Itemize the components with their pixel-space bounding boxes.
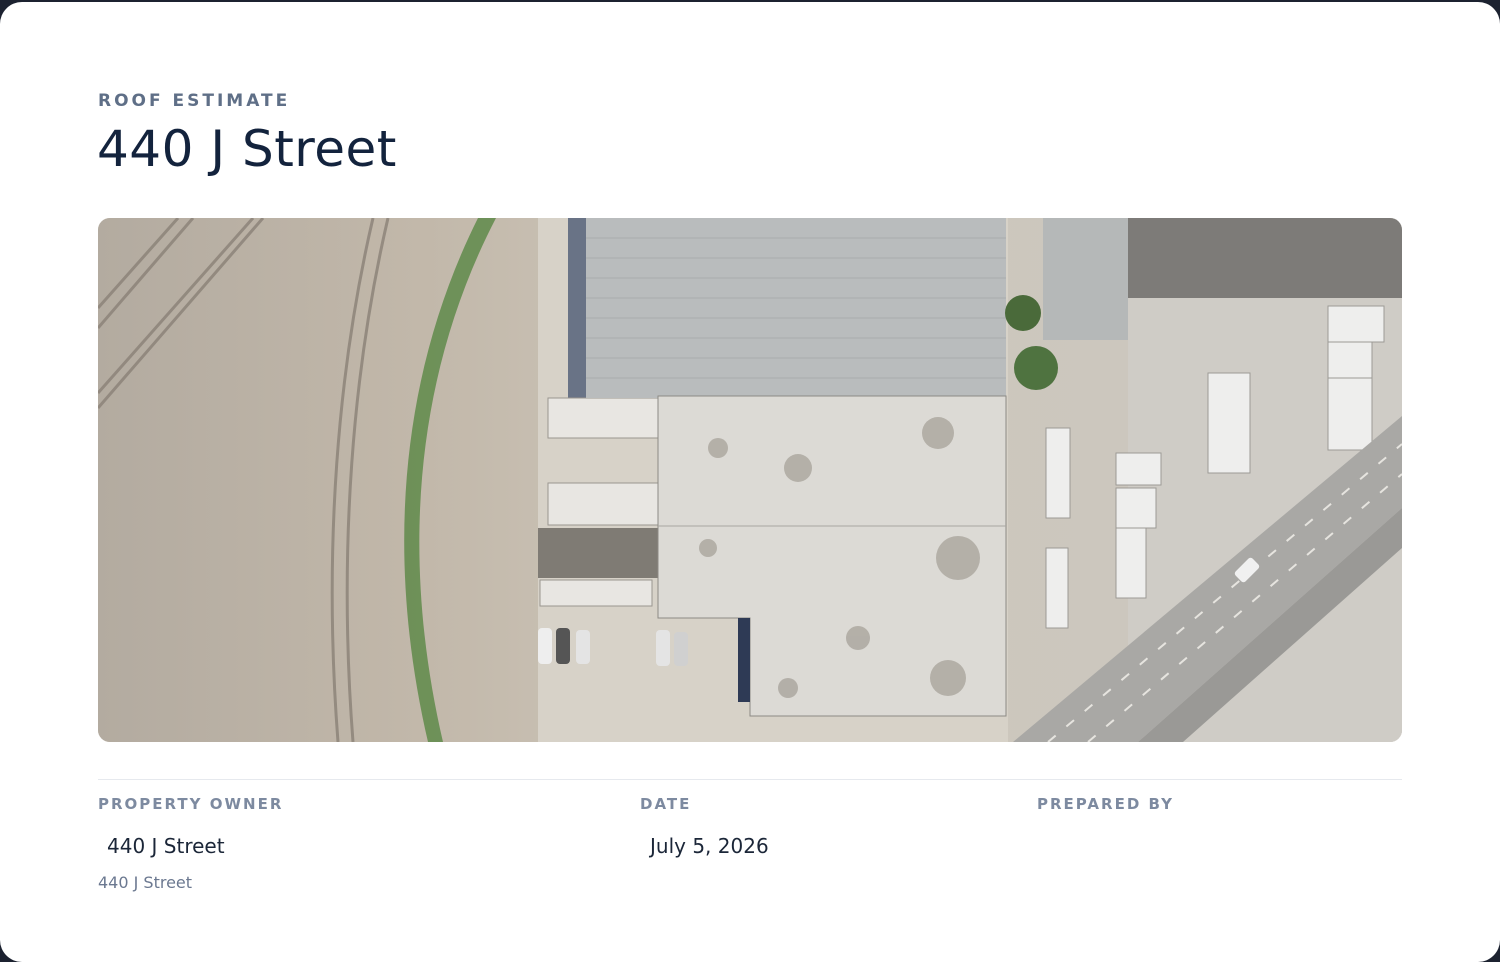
date-value: July 5, 2026 bbox=[650, 834, 769, 858]
owner-address: 440 J Street bbox=[98, 873, 193, 892]
section-divider bbox=[98, 779, 1402, 780]
estimate-card: ROOF ESTIMATE 440 J Street PROPERTY OWNE… bbox=[0, 2, 1500, 962]
owner-name: 440 J Street bbox=[107, 834, 225, 858]
estimate-eyebrow: ROOF ESTIMATE bbox=[98, 91, 291, 111]
date-label: DATE bbox=[640, 795, 692, 813]
aerial-roof-image bbox=[98, 218, 1402, 742]
page-title: 440 J Street bbox=[97, 120, 397, 178]
owner-label: PROPERTY OWNER bbox=[98, 795, 284, 813]
prepared-by-label: PREPARED BY bbox=[1037, 795, 1174, 813]
